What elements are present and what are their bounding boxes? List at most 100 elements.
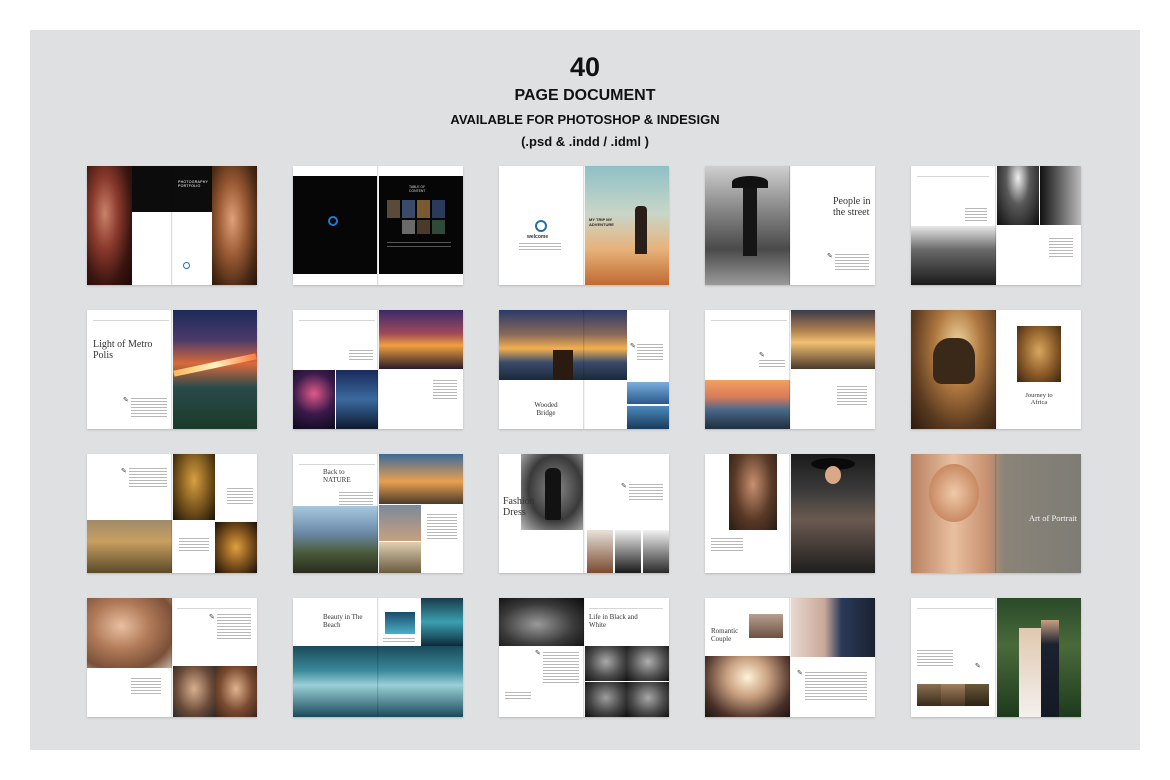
- bride: [1019, 628, 1041, 717]
- photo-night-towers: [379, 310, 463, 369]
- spread-title: Back to NATURE: [323, 468, 351, 484]
- spread-back-to-nature: Back to NATURE: [293, 454, 463, 573]
- spread-title: Light of Metro Polis: [93, 339, 153, 362]
- spread-title: Life in Black and White: [589, 613, 638, 629]
- photo-ferris-wheel: [293, 370, 335, 429]
- headline: PAGE DOCUMENT: [514, 87, 656, 104]
- subheadline: AVAILABLE FOR PHOTOSHOP & INDESIGN: [450, 112, 720, 127]
- photo-climber: [379, 454, 463, 504]
- pen-icon: ✎: [123, 397, 129, 404]
- toc-title: TABLE OF CONTENT: [409, 185, 426, 193]
- photo-redhead-woman: [87, 166, 132, 285]
- light-trail: [173, 353, 257, 377]
- pen-icon: ✎: [975, 663, 981, 670]
- photo-hiker-mountain: [293, 506, 378, 573]
- spread-title: People in the street: [833, 196, 871, 219]
- face: [929, 464, 979, 522]
- spread-title: Beauty in The Beach: [323, 613, 363, 629]
- photo-jetty: [705, 380, 790, 429]
- spread-pier: ✎: [705, 310, 875, 429]
- photo-wedding-thumb: [965, 684, 989, 706]
- pen-icon: ✎: [797, 670, 803, 677]
- spread-fashion-dress: Fashion Dress ✎: [499, 454, 669, 573]
- photo-street-sunlight: [911, 226, 996, 285]
- spread-black-white: ✎ Life in Black and White: [499, 598, 669, 717]
- spread-portraits: ✎: [87, 598, 257, 717]
- photo-traveler-sunset: MY TRIP MY ADVENTURE: [585, 166, 669, 285]
- photo-portrait: [173, 666, 215, 717]
- spread-wedding: ✎: [911, 598, 1081, 717]
- traveler-silhouette: [635, 206, 647, 254]
- page-count: 40: [569, 52, 601, 82]
- trip-title: MY TRIP MY ADVENTURE: [589, 217, 614, 227]
- black-left-page: [293, 176, 377, 274]
- file-formats: (.psd & .indd / .idml ): [521, 134, 649, 149]
- elephant-shape: [933, 338, 975, 384]
- photo-arches: [1040, 166, 1081, 225]
- figure: [743, 188, 757, 256]
- photo-leopard: [215, 522, 257, 573]
- photo-couple-thumb: [749, 614, 783, 638]
- photo-model-small: [643, 530, 669, 573]
- spread-wooded-bridge: Wooded Bridge ✎: [499, 310, 669, 429]
- photo-woman-umbrella: [705, 166, 790, 285]
- black-block: [132, 166, 172, 212]
- photo-mountain-view: [379, 505, 421, 541]
- pen-icon: ✎: [759, 352, 765, 359]
- welcome-title: welcome: [527, 234, 549, 240]
- photo-wedding-thumb: [941, 684, 965, 706]
- toc-thumb: [387, 200, 400, 218]
- photo-woman-hair: [87, 598, 172, 668]
- spread-people-street: People in the street ✎: [705, 166, 875, 285]
- photo-antelope: [173, 454, 215, 520]
- photo-sea-thumb: [627, 382, 669, 404]
- photo-skyscraper: [336, 370, 378, 429]
- photo-model-small: [615, 530, 641, 573]
- toc-thumb: [417, 220, 430, 234]
- photo-giraffes: [87, 520, 172, 573]
- toc-thumb: [432, 220, 445, 234]
- umbrella: [732, 176, 768, 188]
- spread-wildlife: ✎: [87, 454, 257, 573]
- spread-romantic-couple: Romantic Couple ✎: [705, 598, 875, 717]
- photo-portrait: [215, 666, 257, 717]
- logo-icon: [183, 262, 190, 269]
- spread-street-bw: [911, 166, 1081, 285]
- spread-table-of-content: TABLE OF CONTENT: [293, 166, 463, 285]
- photo-woman-sitting: [729, 454, 777, 530]
- face: [825, 466, 841, 484]
- photo-cyclist: [379, 542, 421, 573]
- pen-icon: ✎: [621, 483, 627, 490]
- spread-city-night: [293, 310, 463, 429]
- photo-fashion-woman: [521, 454, 583, 530]
- photo-beach-thumb: [385, 612, 415, 634]
- photo-bride-groom: [791, 598, 875, 657]
- photo-model-small: [587, 530, 613, 573]
- photo-elephant: [911, 310, 996, 429]
- cover-title: PHOTOGRAPHY PORTFOLIO: [178, 180, 209, 188]
- spread-africa: Journey to Africa: [911, 310, 1081, 429]
- toc-thumb: [417, 200, 430, 218]
- photo-long-pier: [791, 310, 875, 369]
- photo-lion: [1017, 326, 1061, 382]
- pier: [553, 350, 573, 380]
- photo-bw-portrait: [585, 646, 627, 681]
- toc-thumb: [402, 220, 415, 234]
- pen-icon: ✎: [535, 650, 541, 657]
- photo-woman-black-hat: [791, 454, 875, 573]
- photo-old-man-hands: [499, 598, 584, 646]
- photo-bride-window: [705, 656, 790, 717]
- groom: [1041, 620, 1059, 717]
- photo-wedding-thumb: [917, 684, 941, 706]
- photo-city-light-trails: [173, 310, 257, 429]
- spread-art-portrait: Art of Portrait: [911, 454, 1081, 573]
- pen-icon: ✎: [827, 253, 833, 260]
- pen-icon: ✎: [630, 343, 636, 350]
- title-block: PHOTOGRAPHY PORTFOLIO: [172, 166, 212, 212]
- photo-pier-sunset: [499, 310, 627, 380]
- toc-thumb: [432, 200, 445, 218]
- photo-tunnel: [997, 166, 1039, 225]
- toc-thumb: [402, 200, 415, 218]
- black-right-page: TABLE OF CONTENT: [379, 176, 463, 274]
- logo-icon: [328, 216, 338, 226]
